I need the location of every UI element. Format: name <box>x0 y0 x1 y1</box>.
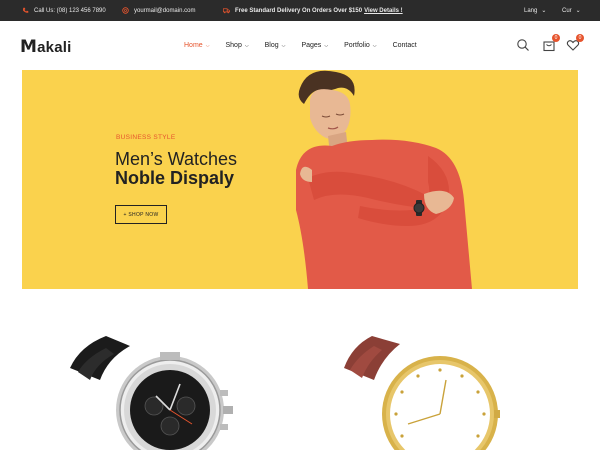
chevron-down-icon: ⌵ <box>372 42 377 49</box>
truck-icon <box>223 8 230 14</box>
product-image-chronograph-watch[interactable] <box>60 328 260 450</box>
promo-details-link[interactable]: View Details ! <box>364 8 403 14</box>
nav-item-blog[interactable]: Blog ⌵ <box>265 42 286 49</box>
search-icon[interactable] <box>516 38 530 52</box>
chevron-down-icon: ⌵ <box>324 42 329 49</box>
hero-title-line1: Men’s Watches <box>115 149 238 169</box>
top-bar: Call Us: (08) 123 456 7890 yourmail@doma… <box>0 0 600 21</box>
currency-label: Cur <box>562 7 572 14</box>
currency-selector[interactable]: Cur ⌄ <box>562 0 581 21</box>
phone-text: Call Us: (08) 123 456 7890 <box>34 7 106 14</box>
chevron-down-icon: ⌵ <box>205 42 210 49</box>
mail-icon <box>122 7 129 14</box>
chevron-down-icon: ⌵ <box>281 42 286 49</box>
nav-label: Home <box>184 42 203 49</box>
wishlist-button[interactable]: 0 <box>566 34 584 52</box>
nav-label: Blog <box>264 42 279 49</box>
shop-now-button[interactable]: + SHOP NOW <box>115 205 167 224</box>
chevron-down-icon: ⌄ <box>575 8 581 14</box>
cart-button[interactable]: 0 <box>542 34 560 52</box>
phone-icon <box>22 7 29 13</box>
promo-banner: Free Standard Delivery On Orders Over $1… <box>223 0 403 21</box>
nav-item-shop[interactable]: Shop ⌵ <box>225 42 248 49</box>
cart-count-badge: 0 <box>552 34 560 42</box>
site-logo[interactable]: M akali <box>20 37 72 57</box>
site-header: M akali Home ⌵ Shop ⌵ Blog ⌵ Pages ⌵ Por… <box>0 21 600 70</box>
hero-banner: BUSINESS STYLE Men’s Watches Noble Dispa… <box>22 70 578 289</box>
main-nav: Home ⌵ Shop ⌵ Blog ⌵ Pages ⌵ Portfolio ⌵… <box>184 21 433 70</box>
nav-label: Contact <box>392 42 417 49</box>
hero-title-line2: Noble Dispaly <box>115 168 235 188</box>
nav-label: Portfolio <box>344 42 370 49</box>
nav-item-home[interactable]: Home ⌵ <box>184 42 209 49</box>
contact-phone: Call Us: (08) 123 456 7890 <box>22 0 106 21</box>
nav-item-portfolio[interactable]: Portfolio ⌵ <box>344 42 376 49</box>
email-text: yourmail@domain.com <box>134 7 196 14</box>
product-image-gold-watch[interactable] <box>338 328 538 450</box>
promo-text: Free Standard Delivery On Orders Over $1… <box>235 7 363 14</box>
nav-item-contact[interactable]: Contact <box>393 42 417 49</box>
lang-selector[interactable]: Lang ⌄ <box>524 0 546 21</box>
hero-eyebrow: BUSINESS STYLE <box>116 134 176 141</box>
chevron-down-icon: ⌵ <box>244 42 249 49</box>
nav-item-pages[interactable]: Pages ⌵ <box>301 42 328 49</box>
contact-email[interactable]: yourmail@domain.com <box>122 0 195 21</box>
lang-label: Lang <box>524 7 538 14</box>
hero-model-image <box>296 70 472 289</box>
logo-mark: M <box>20 37 38 57</box>
nav-label: Shop <box>225 42 242 49</box>
nav-label: Pages <box>301 42 322 49</box>
logo-text: akali <box>37 38 72 56</box>
chevron-down-icon: ⌄ <box>541 8 547 14</box>
wishlist-count-badge: 0 <box>576 34 584 42</box>
